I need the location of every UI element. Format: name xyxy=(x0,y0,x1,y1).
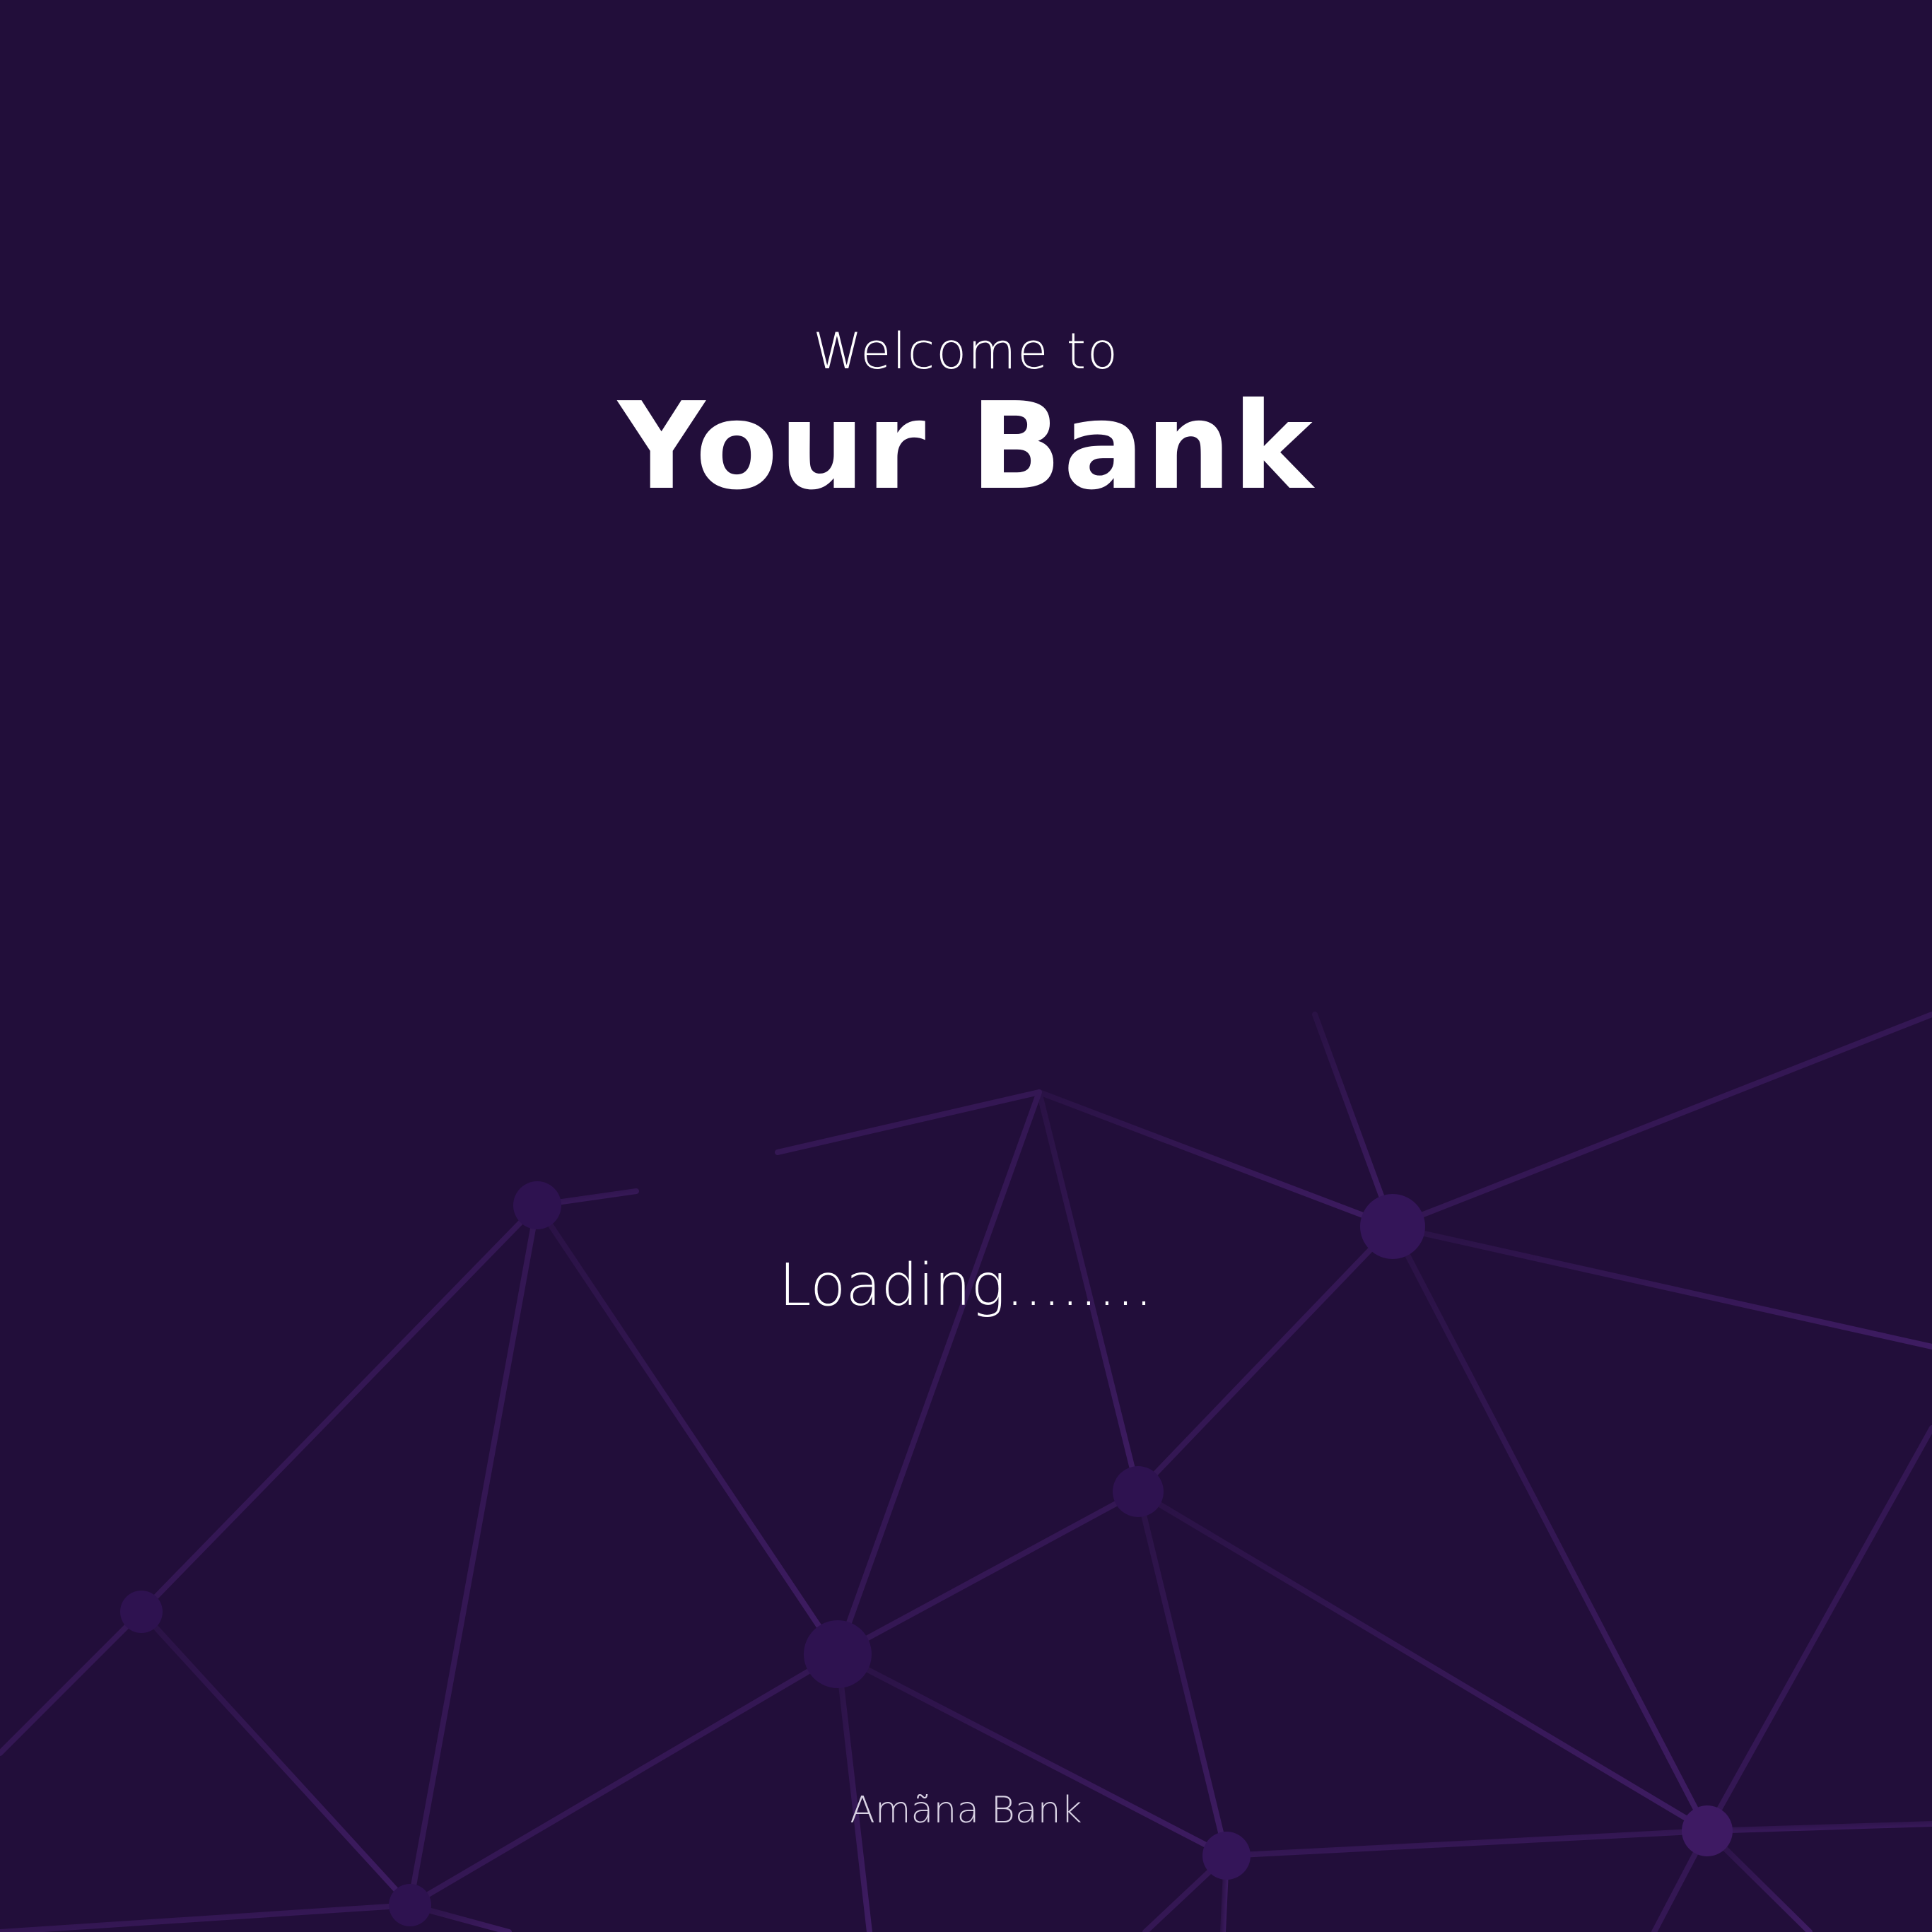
loading-status: Loading........ xyxy=(778,1252,1154,1319)
bank-title: Your Bank xyxy=(618,377,1314,517)
network-background-graphic xyxy=(0,1012,1932,1932)
welcome-greeting: Welcome to xyxy=(813,322,1119,380)
splash-screen: Welcome to Your Bank Loading........ Amã… xyxy=(0,0,1932,1932)
footer-brand: Amãna Bank xyxy=(850,1789,1082,1832)
